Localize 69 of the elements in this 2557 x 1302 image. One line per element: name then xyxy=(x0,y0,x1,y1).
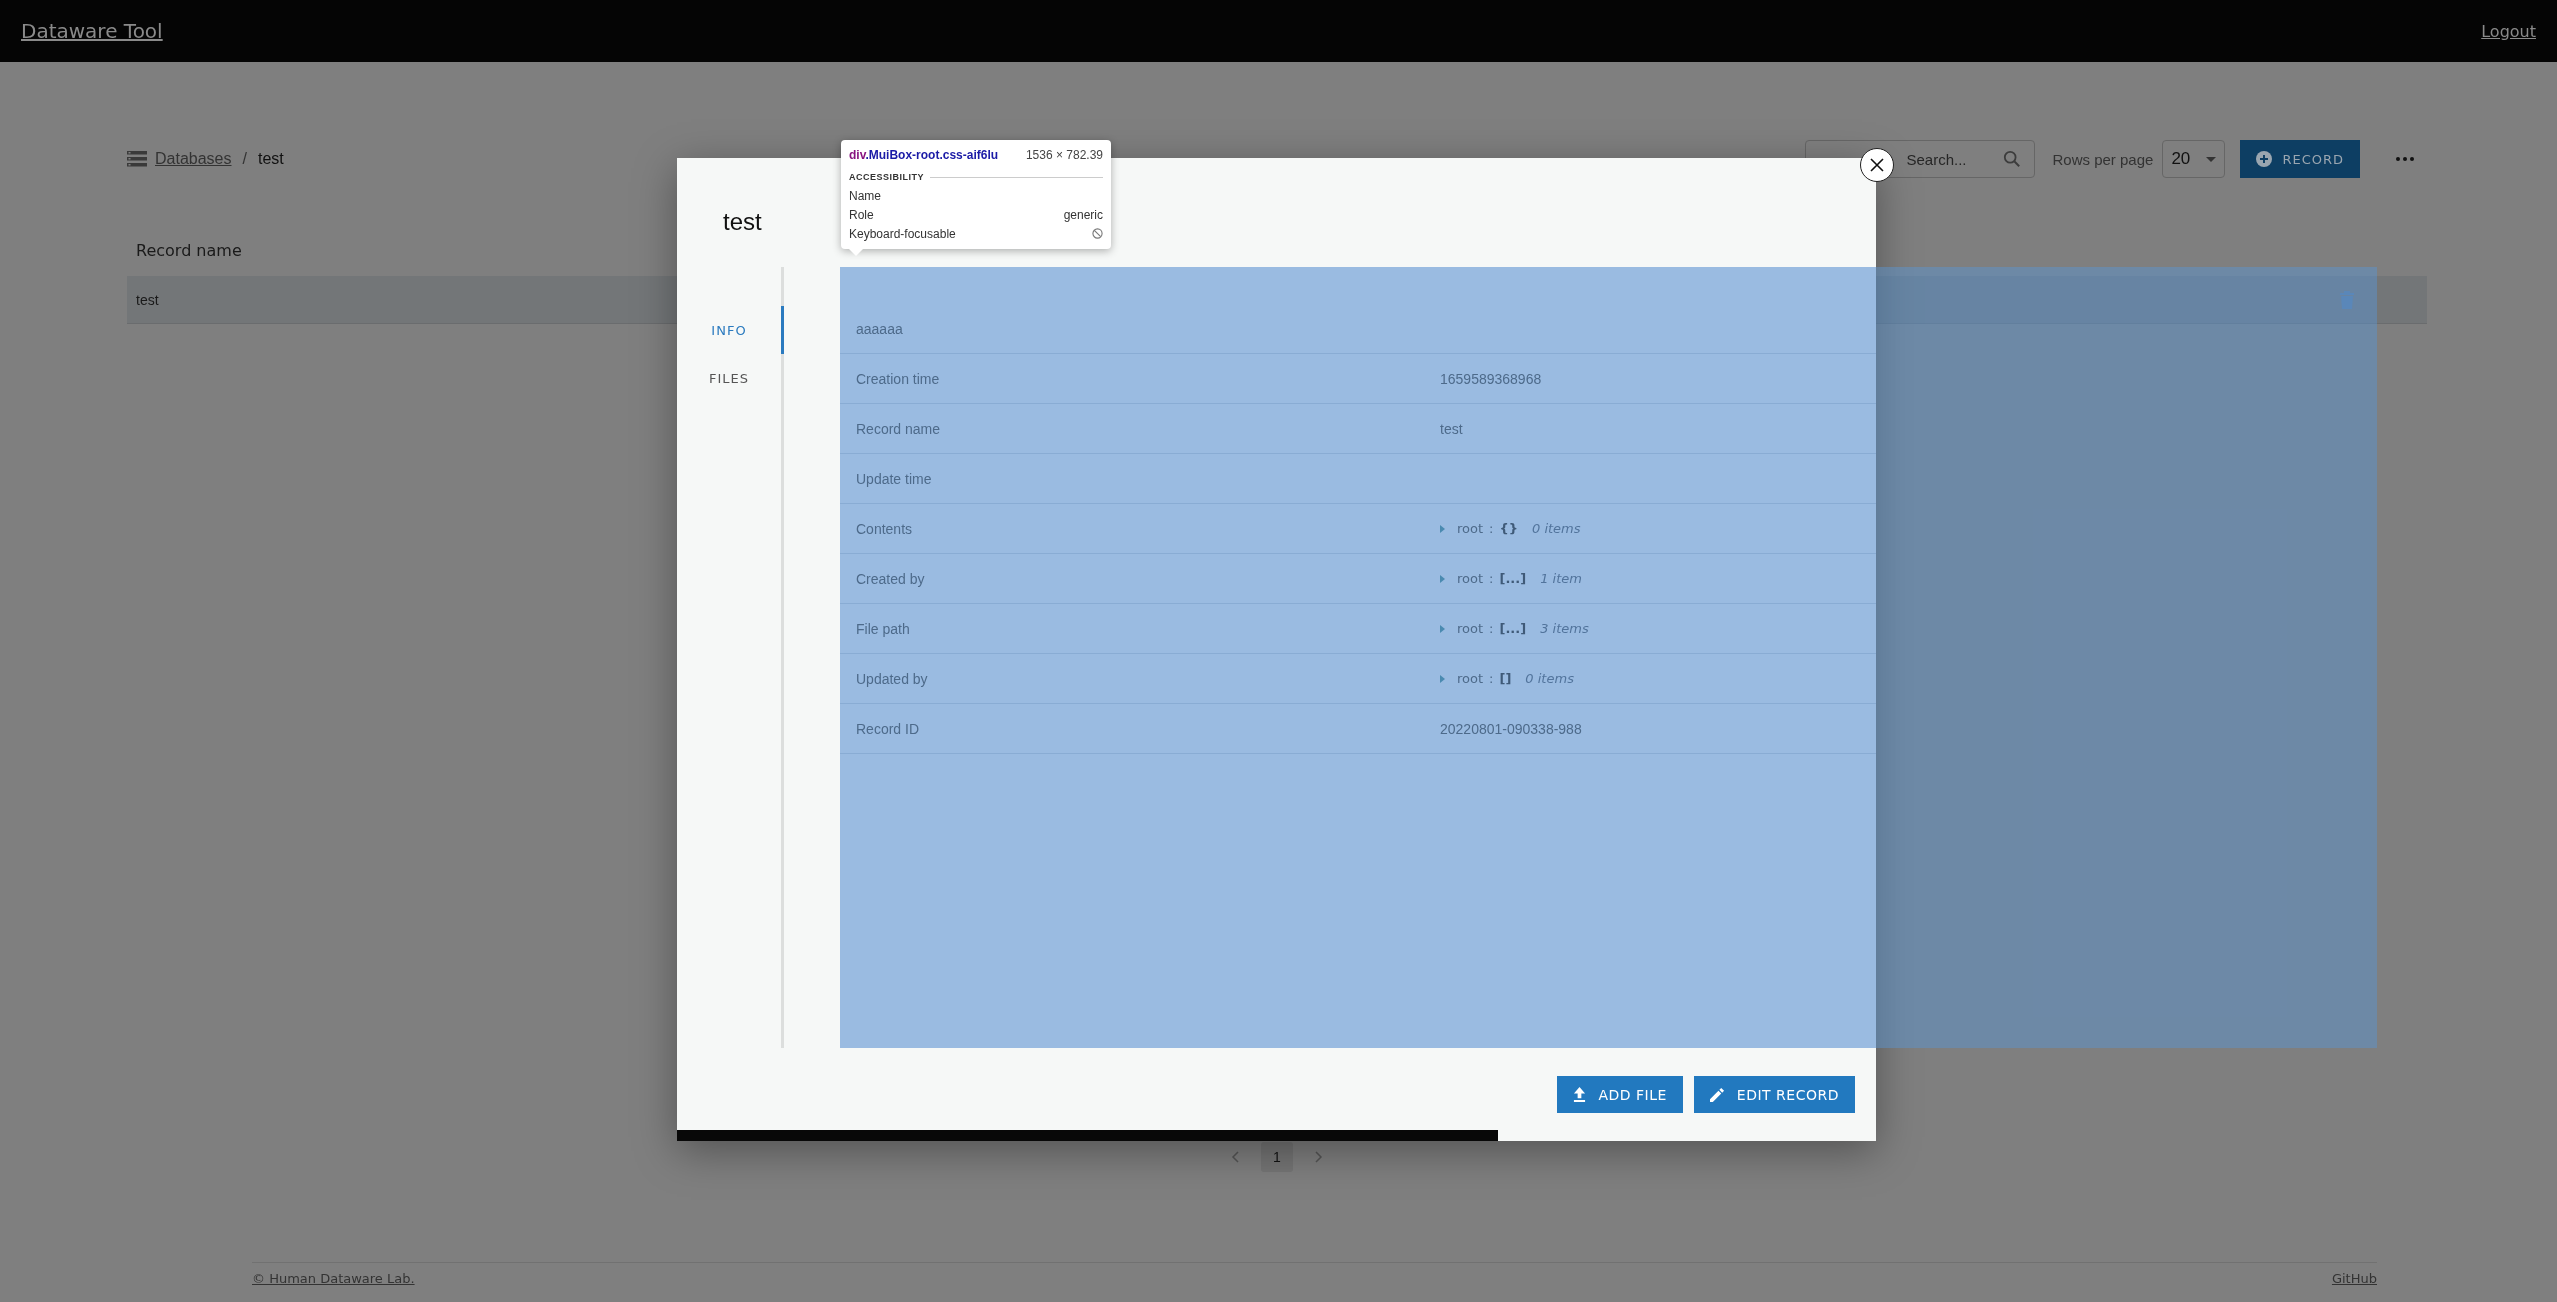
app-title-link[interactable]: Dataware Tool xyxy=(21,19,163,43)
tree-bracket: [] xyxy=(1499,671,1512,686)
property-value: generic xyxy=(1063,207,1103,222)
property-label: Role xyxy=(849,207,874,222)
field-label: File path xyxy=(856,620,911,637)
rows-per-page-select[interactable]: 20 xyxy=(2162,140,2226,178)
breadcrumb-link[interactable]: Databases xyxy=(155,150,232,168)
tab[interactable]: FILES xyxy=(677,354,784,402)
field-label: Created by xyxy=(856,570,926,587)
field-label: Record name xyxy=(856,420,942,437)
tab[interactable]: INFO xyxy=(677,306,784,354)
logout-link[interactable]: Logout xyxy=(2481,21,2536,41)
tree-bracket: [...] xyxy=(1499,621,1527,636)
upload-icon xyxy=(1573,1087,1587,1102)
field-label: Contents xyxy=(856,520,914,537)
tree-key: root xyxy=(1457,671,1484,686)
table-cell: test xyxy=(136,291,159,308)
add-file-button[interactable]: ADD FILE xyxy=(1557,1076,1683,1113)
add-record-button[interactable]: RECORD xyxy=(2240,140,2360,178)
field-label: Updated by xyxy=(856,670,929,687)
github-link[interactable]: GitHub xyxy=(2331,1271,2377,1302)
expand-caret-icon[interactable] xyxy=(1440,624,1445,633)
item-count: 0 items xyxy=(1532,521,1581,536)
tree-separator: : xyxy=(1489,521,1494,536)
expand-caret-icon[interactable] xyxy=(1440,674,1445,683)
expand-caret-icon[interactable] xyxy=(1440,574,1445,583)
next-page-icon[interactable] xyxy=(1315,1151,1323,1163)
tree-separator: : xyxy=(1489,621,1494,636)
tree-separator: : xyxy=(1489,571,1494,586)
pencil-icon xyxy=(1709,1087,1725,1102)
breadcrumb-separator: / xyxy=(242,150,247,168)
tree-bracket: [...] xyxy=(1499,571,1527,586)
field-label: Record ID xyxy=(856,720,921,737)
field-value: test xyxy=(1440,420,1463,437)
column-header: Record name xyxy=(136,240,242,260)
edit-record-button[interactable]: EDIT RECORD xyxy=(1693,1076,1855,1113)
expand-caret-icon[interactable] xyxy=(1440,524,1445,533)
field-label: Update time xyxy=(856,470,933,487)
plus-circle-icon xyxy=(2256,151,2273,167)
search-field[interactable]: Search... xyxy=(1805,140,2036,178)
element-size: 1536 × 782.39 xyxy=(1025,148,1103,162)
field-value: 1659589368968 xyxy=(1440,370,1542,387)
close-button[interactable] xyxy=(1860,148,1894,182)
field-label: aaaaaa xyxy=(856,320,904,337)
section-heading: ACCESSIBILITY xyxy=(849,172,924,182)
search-icon xyxy=(2003,150,2022,168)
page-button[interactable]: 1 xyxy=(1261,1142,1293,1172)
property-label: Name xyxy=(849,188,881,203)
tree-separator: : xyxy=(1489,671,1494,686)
element-selector: div.MuiBox-root.css-aif6lu xyxy=(849,148,999,162)
tree-key: root xyxy=(1457,571,1484,586)
more-icon[interactable] xyxy=(2396,157,2414,161)
copyright-link[interactable]: © Human Dataware Lab. xyxy=(252,1271,415,1302)
breadcrumb-current: test xyxy=(257,150,284,168)
close-icon xyxy=(1869,157,1885,173)
dialog-title: test xyxy=(723,208,762,235)
tree-key: root xyxy=(1457,621,1484,636)
property-label: Keyboard-focusable xyxy=(849,226,956,241)
tree-key: root xyxy=(1457,521,1484,536)
tree-bracket: {} xyxy=(1499,521,1518,536)
dropdown-caret-icon xyxy=(2206,156,2217,162)
rows-per-page-label: Rows per page xyxy=(2052,150,2154,168)
item-count: 0 items xyxy=(1525,671,1574,686)
list-icon xyxy=(127,151,147,167)
field-label: Creation time xyxy=(856,370,941,387)
previous-page-icon[interactable] xyxy=(1231,1151,1239,1163)
item-count: 1 item xyxy=(1540,571,1582,586)
field-value: 20220801-090338-988 xyxy=(1440,720,1582,737)
item-count: 3 items xyxy=(1540,621,1589,636)
